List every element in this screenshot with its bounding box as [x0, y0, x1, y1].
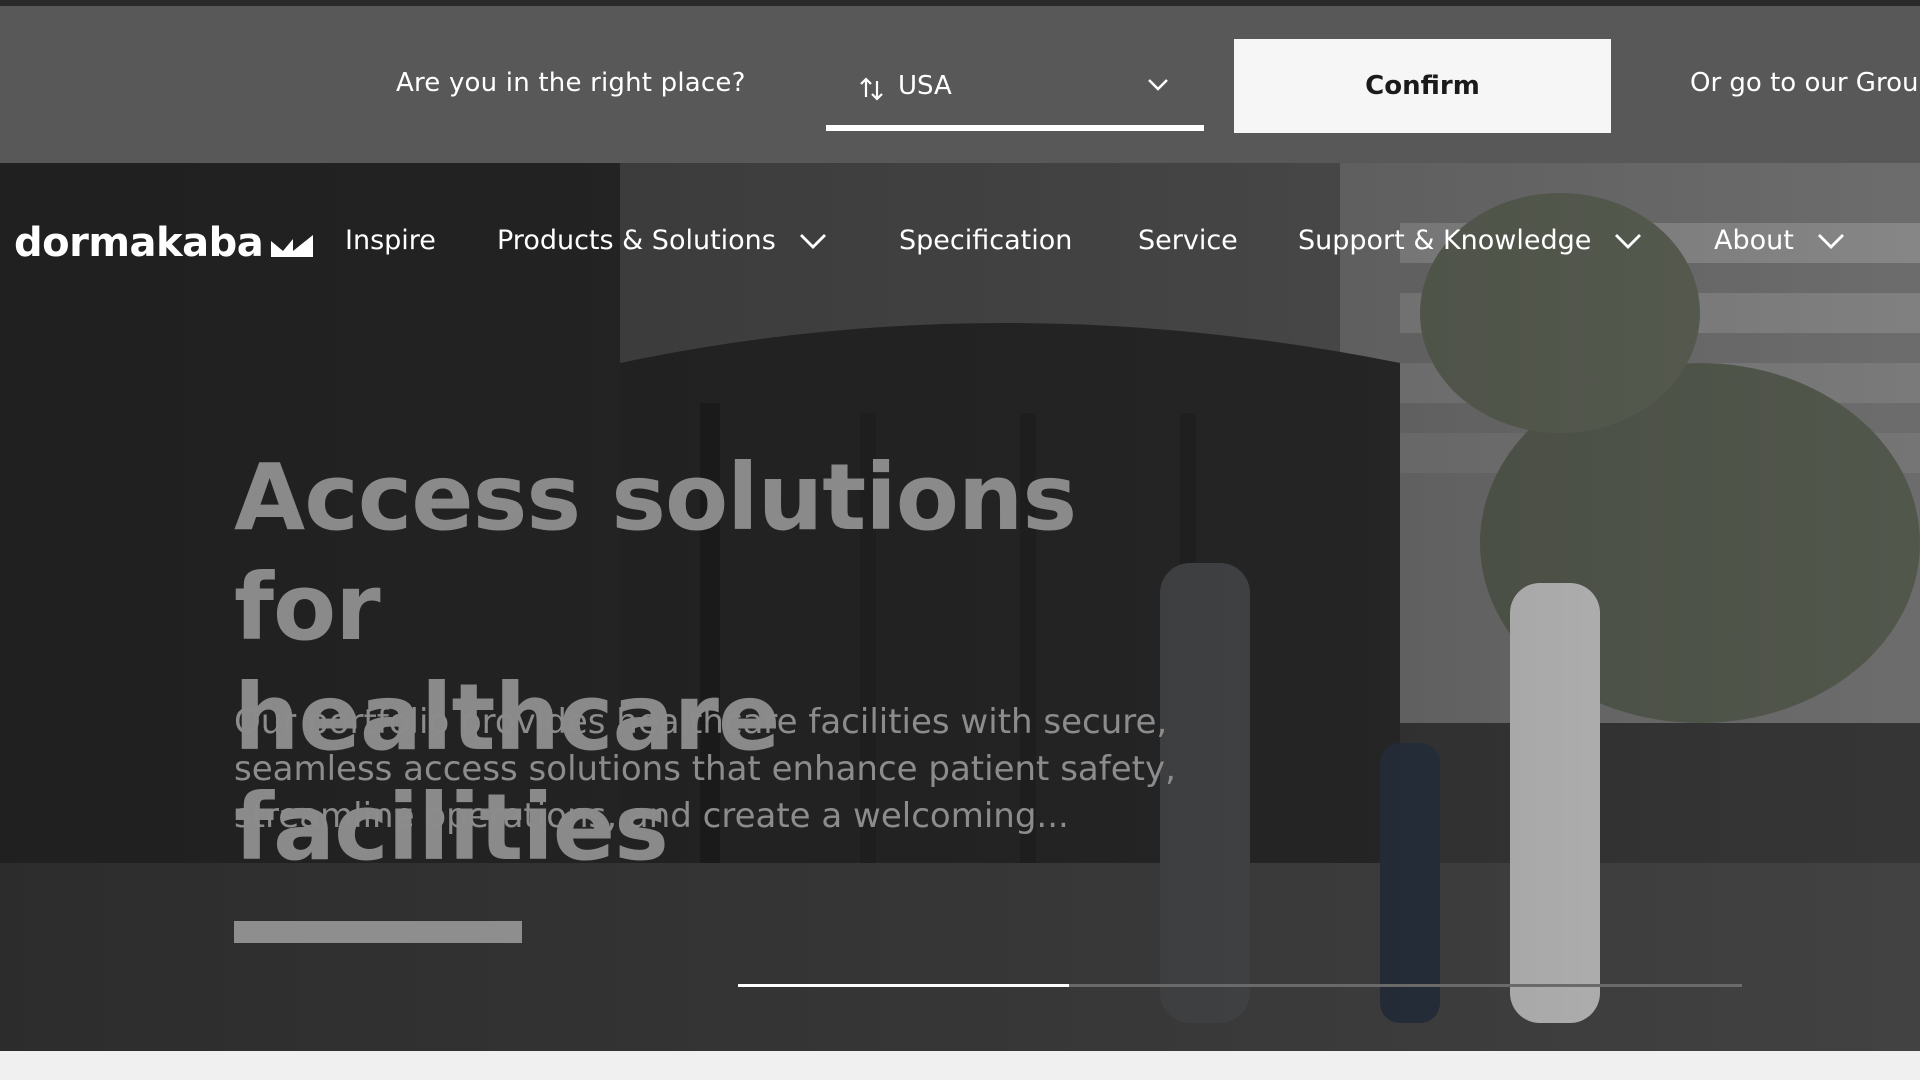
country-selector-bar: Are you in the right place? USA Confirm …: [0, 6, 1920, 163]
nav-item-label: Products & Solutions: [497, 225, 776, 256]
nav-item-label: Specification: [899, 225, 1073, 256]
hero-description-line: Our portfolio provides healthcare facili…: [234, 702, 1168, 742]
dormakaba-logo[interactable]: dormakaba: [14, 213, 315, 273]
hero-description-line: seamless access solutions that enhance p…: [234, 749, 1176, 789]
logo-mark-icon: [271, 235, 314, 257]
country-question: Are you in the right place?: [396, 68, 746, 98]
slide-progress-fill: [738, 984, 1070, 987]
hero-cta-button[interactable]: [234, 921, 522, 943]
logo-text: dormakaba: [14, 220, 264, 266]
main-navigation: dormakaba Inspire Products & Solutions S…: [0, 213, 1920, 273]
nav-item-specification[interactable]: Specification: [899, 225, 1072, 256]
hero-description-line: streamline operations, and create a welc…: [234, 796, 1069, 836]
chevron-down-icon: [1817, 233, 1844, 249]
country-select[interactable]: USA: [826, 61, 1204, 131]
hero-section: dormakaba Inspire Products & Solutions S…: [0, 163, 1920, 1051]
slide-progress-track[interactable]: [738, 984, 1742, 987]
chevron-down-icon: [1615, 233, 1642, 249]
hero-title-line: Access solutions for: [234, 444, 1077, 661]
sort-arrows-icon: [860, 77, 883, 101]
nav-item-about[interactable]: About: [1714, 225, 1846, 256]
page-bottom-strip: [0, 1051, 1920, 1080]
nav-item-label: Service: [1138, 225, 1238, 256]
nav-item-inspire[interactable]: Inspire: [345, 225, 436, 256]
nav-item-products-solutions[interactable]: Products & Solutions: [497, 225, 828, 256]
chevron-down-icon: [799, 233, 826, 249]
group-site-link[interactable]: Or go to our Grou: [1690, 68, 1918, 98]
nav-item-label: About: [1714, 225, 1794, 256]
country-value: USA: [898, 71, 952, 101]
nav-item-support-knowledge[interactable]: Support & Knowledge: [1298, 225, 1643, 256]
nav-item-label: Inspire: [345, 225, 436, 256]
chevron-down-icon: [1148, 79, 1168, 91]
confirm-button[interactable]: Confirm: [1234, 39, 1611, 133]
nav-item-label: Support & Knowledge: [1298, 225, 1592, 256]
nav-item-service[interactable]: Service: [1138, 225, 1238, 256]
hero-description: Our portfolio provides healthcare facili…: [234, 699, 1234, 840]
